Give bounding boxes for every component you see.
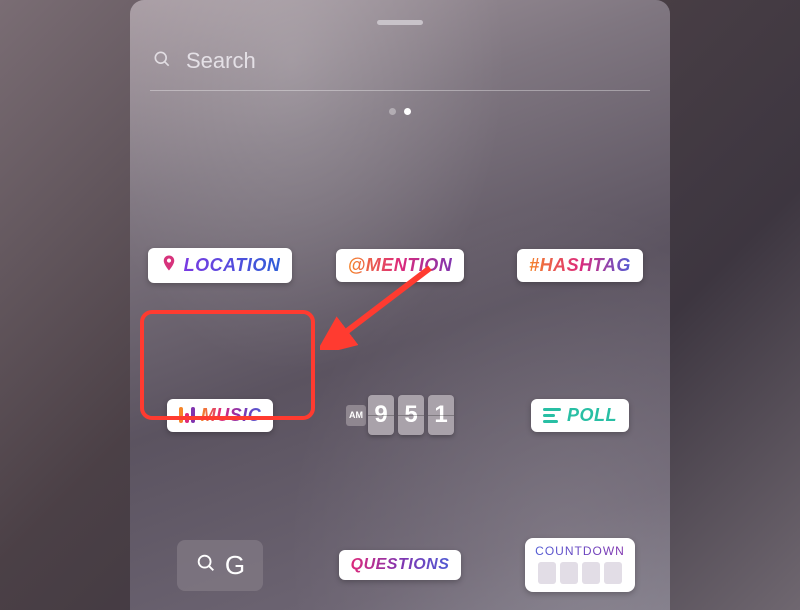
- sticker-music[interactable]: MUSIC: [167, 399, 274, 432]
- sticker-label: @MENTION: [348, 255, 453, 276]
- music-bars-icon: [179, 407, 195, 423]
- time-digits: 9 5 1: [368, 395, 454, 435]
- sticker-label: POLL: [567, 405, 617, 426]
- sticker-sheet: LOCATION @MENTION #HASHTAG MUSIC AM 9 5: [130, 0, 670, 610]
- page-dot: [389, 108, 396, 115]
- sticker-label: MUSIC: [201, 405, 262, 426]
- time-digit: 9: [368, 395, 394, 435]
- story-background: LOCATION @MENTION #HASHTAG MUSIC AM 9 5: [0, 0, 800, 610]
- sticker-poll[interactable]: POLL: [531, 399, 629, 432]
- sticker-time[interactable]: AM 9 5 1: [346, 395, 454, 435]
- search-row[interactable]: [152, 48, 648, 74]
- sticker-countdown[interactable]: COUNTDOWN: [525, 538, 635, 592]
- sticker-label: LOCATION: [184, 255, 281, 276]
- location-pin-icon: [160, 254, 178, 277]
- search-icon: [195, 550, 217, 581]
- sheet-grabber[interactable]: [377, 20, 423, 25]
- sticker-label: COUNTDOWN: [535, 544, 625, 558]
- sticker-label: G: [225, 550, 245, 581]
- time-digit: 5: [398, 395, 424, 435]
- sticker-location[interactable]: LOCATION: [148, 248, 293, 283]
- sticker-label: QUESTIONS: [351, 556, 450, 574]
- page-dot-active: [404, 108, 411, 115]
- time-digit: 1: [428, 395, 454, 435]
- sticker-grid: LOCATION @MENTION #HASHTAG MUSIC AM 9 5: [130, 190, 670, 610]
- sticker-mention[interactable]: @MENTION: [336, 249, 465, 282]
- search-icon: [152, 49, 172, 74]
- search-divider: [150, 90, 650, 91]
- time-ampm: AM: [346, 405, 366, 426]
- poll-bars-icon: [543, 408, 561, 423]
- sticker-gif[interactable]: G: [177, 540, 263, 591]
- page-indicator[interactable]: [130, 108, 670, 115]
- sticker-questions[interactable]: QUESTIONS: [339, 550, 462, 580]
- sticker-label: #HASHTAG: [529, 255, 631, 276]
- search-input[interactable]: [186, 48, 648, 74]
- countdown-blocks-icon: [538, 562, 622, 584]
- sticker-hashtag[interactable]: #HASHTAG: [517, 249, 643, 282]
